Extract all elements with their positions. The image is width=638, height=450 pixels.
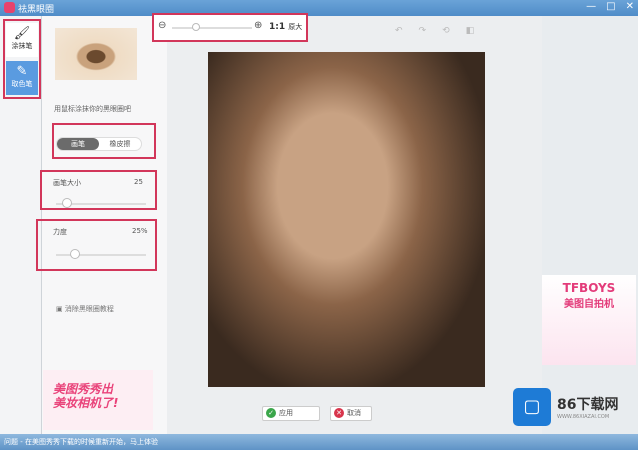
watermark: ▢ 86下载网 WWW.86XIAZAI.COM <box>513 388 618 426</box>
status-bar: 问题 - 在美图秀秀下载的时候重新开始，马上体验 <box>0 434 638 450</box>
edit-toolbar: ↶ ↷ ⟲ ◧ <box>395 26 474 36</box>
title-bar: 祛黑眼圈 — □ ✕ <box>0 0 638 16</box>
window-title: 祛黑眼圈 <box>18 5 55 15</box>
panel-caption: 用鼠标涂抹你的黑眼圈吧 <box>54 105 131 113</box>
cancel-icon: ✕ <box>334 408 344 418</box>
reset-icon[interactable]: ⟲ <box>442 26 450 36</box>
check-icon: ✓ <box>266 408 276 418</box>
undo-icon[interactable]: ↶ <box>395 26 403 36</box>
highlight-box <box>3 19 41 99</box>
maximize-button[interactable]: □ <box>606 1 615 12</box>
highlight-box <box>52 123 156 159</box>
watermark-url: WWW.86XIAZAI.COM <box>557 414 610 420</box>
ad-title: TFBOYS <box>562 281 616 295</box>
close-button[interactable]: ✕ <box>626 1 634 12</box>
tutorial-link[interactable]: ▣ 消除黑眼圈教程 <box>56 304 114 314</box>
photo-preview[interactable] <box>208 52 485 387</box>
highlight-box <box>36 219 157 271</box>
ad-banner-right[interactable]: TFBOYS 美图自拍机 <box>542 275 636 365</box>
cancel-button[interactable]: ✕ 取消 <box>330 406 372 421</box>
tutorial-text: 消除黑眼圈教程 <box>64 305 114 313</box>
ad-banner-left[interactable]: 美图秀秀出 美妆相机了! <box>43 370 153 430</box>
example-eye-image <box>55 28 137 80</box>
minimize-button[interactable]: — <box>586 1 596 12</box>
apply-button[interactable]: ✓ 应用 <box>262 406 320 421</box>
watermark-name: 86下载网 <box>557 397 619 413</box>
ad-text: 美图秀秀出 <box>53 382 114 396</box>
highlight-box <box>152 13 308 42</box>
watermark-logo-icon: ▢ <box>513 388 551 426</box>
app-logo-icon <box>4 2 15 13</box>
highlight-box <box>40 170 157 210</box>
ad-subtitle: 美图自拍机 <box>564 299 614 310</box>
ad-text: 美妆相机了! <box>53 396 119 410</box>
redo-icon[interactable]: ↷ <box>419 26 427 36</box>
cancel-label: 取消 <box>347 409 361 417</box>
compare-icon[interactable]: ◧ <box>466 26 475 36</box>
apply-label: 应用 <box>279 409 293 417</box>
